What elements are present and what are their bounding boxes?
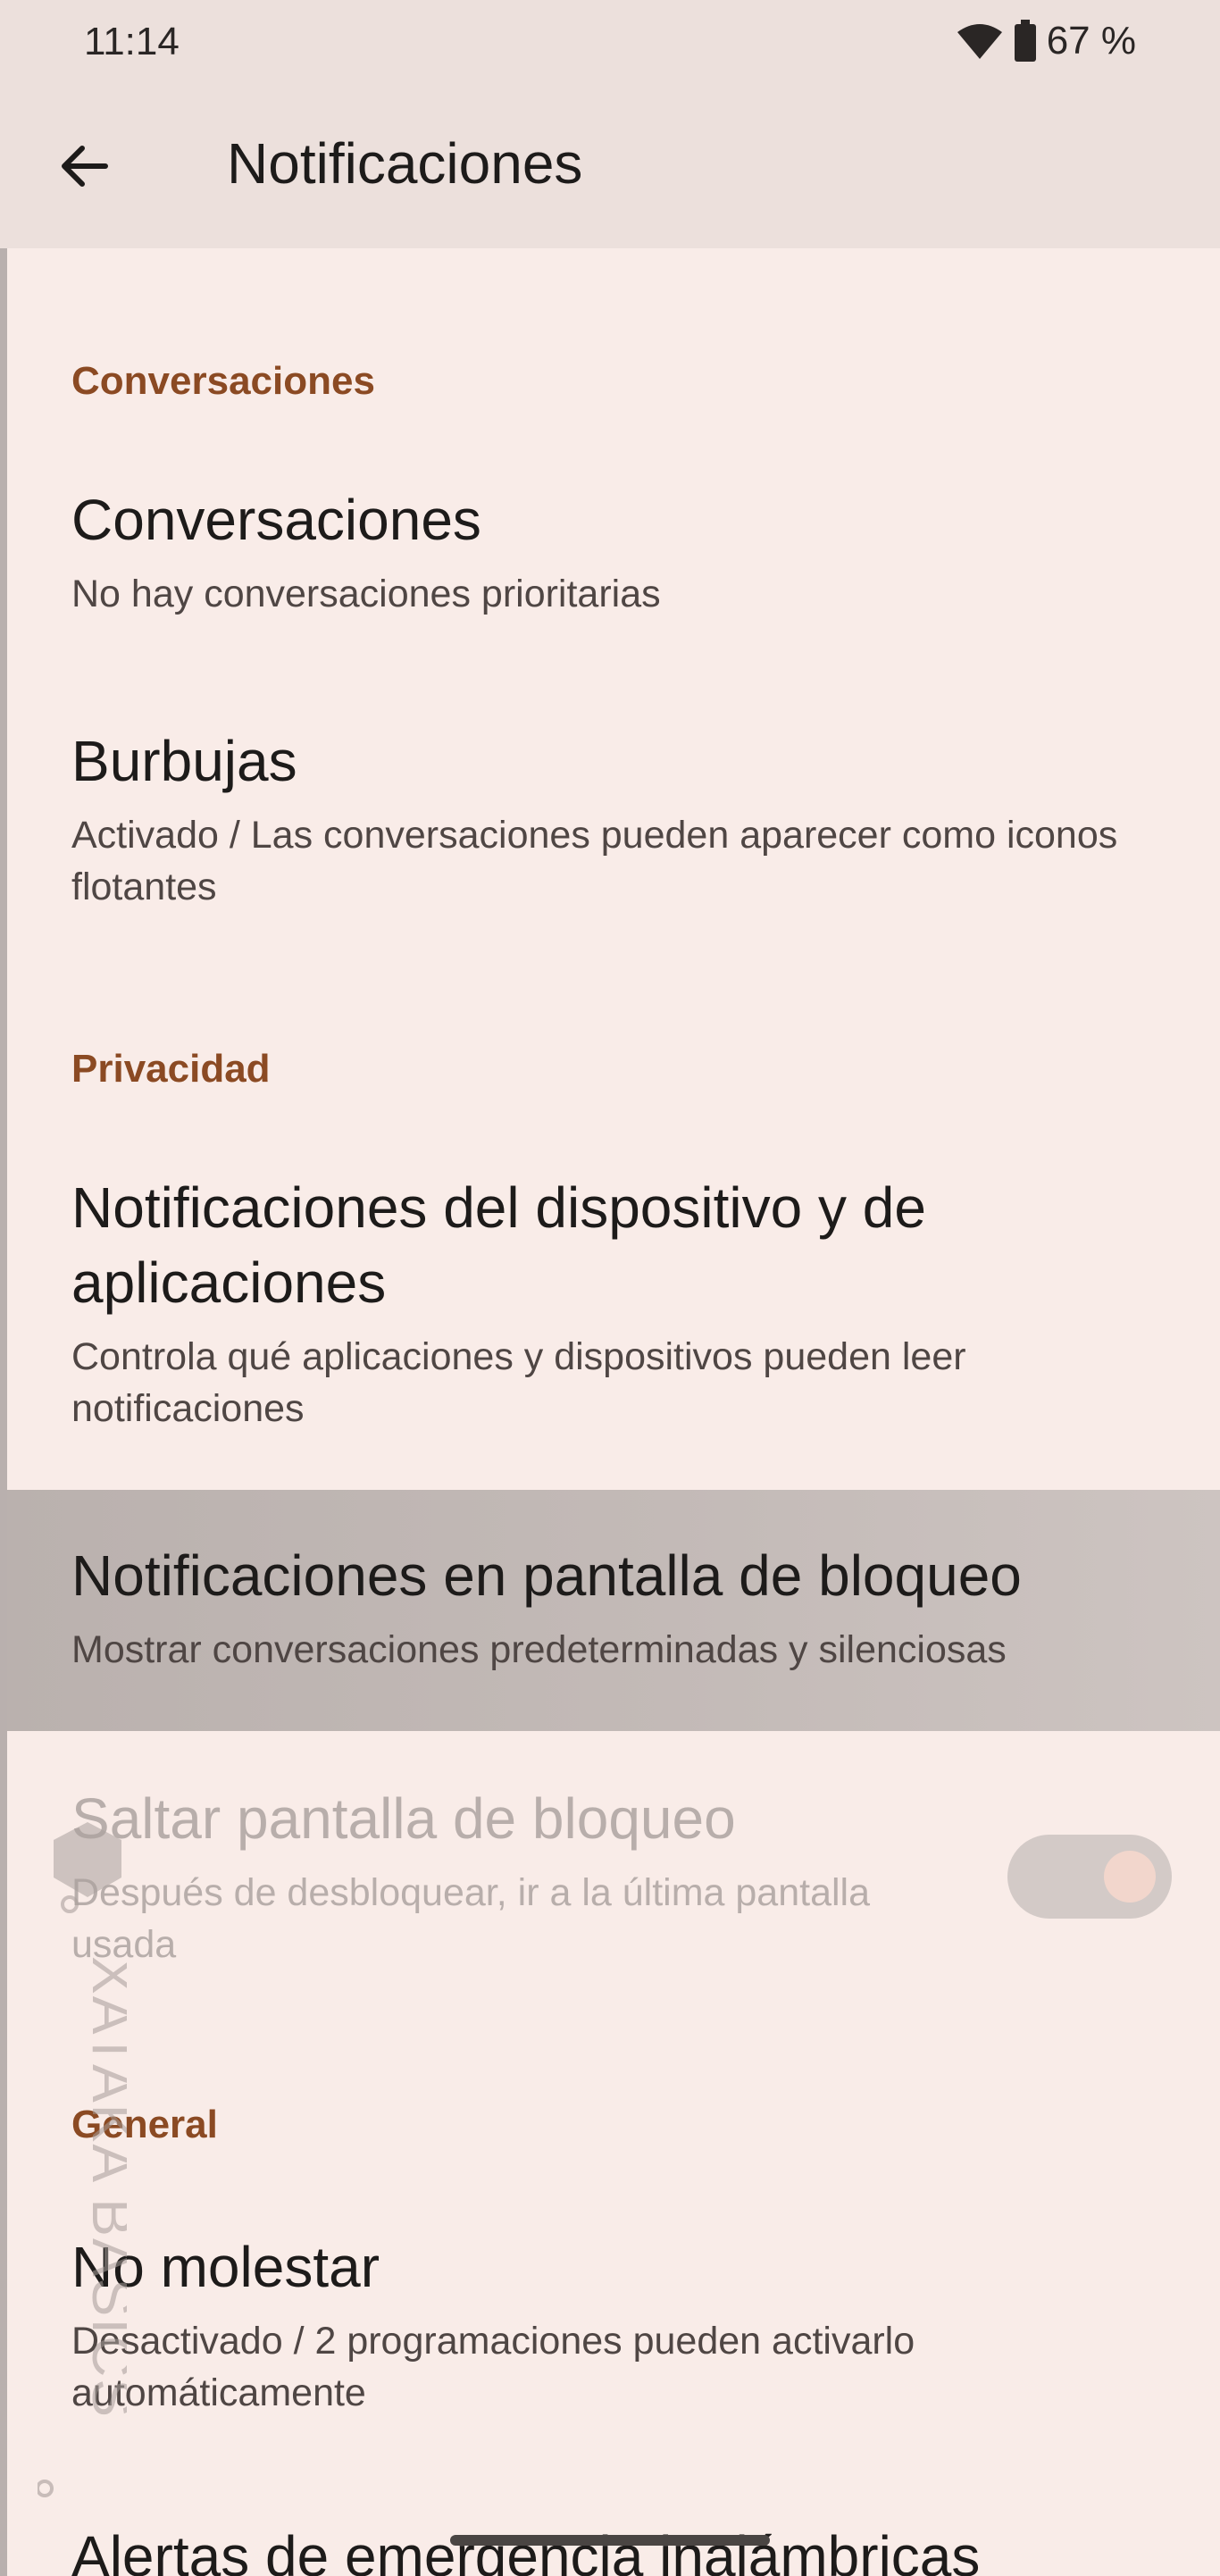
setting-subtitle: Controla qué aplicaciones y dispositivos… bbox=[71, 1335, 966, 1430]
toggle-knob bbox=[1104, 1851, 1156, 1903]
status-icons: 67 % bbox=[956, 18, 1136, 64]
gesture-nav-handle[interactable] bbox=[450, 2535, 770, 2546]
section-header-conversaciones: Conversaciones bbox=[71, 359, 375, 403]
setting-title: Notificaciones del dispositivo y de apli… bbox=[71, 1175, 926, 1315]
setting-conversaciones[interactable]: Conversaciones No hay conversaciones pri… bbox=[0, 482, 1220, 634]
setting-subtitle: Activado / Las conversaciones pueden apa… bbox=[71, 814, 1118, 908]
setting-title: Conversaciones bbox=[71, 488, 481, 552]
setting-subtitle: No hay conversaciones prioritarias bbox=[71, 573, 661, 615]
back-button[interactable] bbox=[48, 130, 120, 202]
setting-notificaciones-dispositivo[interactable]: Notificaciones del dispositivo y de apli… bbox=[0, 1170, 1220, 1438]
wifi-icon bbox=[957, 24, 1002, 59]
saltar-bloqueo-toggle[interactable] bbox=[1007, 1835, 1172, 1919]
setting-title: Alertas de emergencia inalámbricas bbox=[71, 2524, 981, 2576]
setting-subtitle: Mostrar conversaciones predeterminadas y… bbox=[71, 1628, 1007, 1671]
setting-subtitle: Después de desbloquear, ir a la última p… bbox=[71, 1871, 871, 1966]
arrow-back-icon bbox=[62, 146, 108, 187]
battery-percent: 67 % bbox=[1046, 19, 1136, 63]
xataka-basics-watermark: XATAKA BASICS bbox=[38, 1822, 127, 2497]
setting-alertas-emergencia[interactable]: Alertas de emergencia inalámbricas bbox=[0, 2519, 1220, 2576]
page-title: Notificaciones bbox=[227, 131, 583, 196]
setting-burbujas[interactable]: Burbujas Activado / Las conversaciones p… bbox=[0, 723, 1220, 920]
setting-title: Burbujas bbox=[71, 729, 297, 793]
app-bar: Notificaciones bbox=[0, 84, 1220, 248]
status-bar: 11:14 67 % bbox=[0, 0, 1220, 84]
setting-no-molestar[interactable]: No molestar Desactivado / 2 programacion… bbox=[0, 2229, 1220, 2426]
setting-title: Saltar pantalla de bloqueo bbox=[71, 1786, 736, 1851]
setting-title: Notificaciones en pantalla de bloqueo bbox=[71, 1543, 1022, 1608]
status-time: 11:14 bbox=[84, 20, 180, 63]
section-header-privacidad: Privacidad bbox=[71, 1047, 271, 1091]
setting-pantalla-bloqueo[interactable]: Notificaciones en pantalla de bloqueo Mo… bbox=[0, 1538, 1220, 1690]
battery-icon bbox=[1014, 20, 1036, 62]
watermark-text: XATAKA BASICS bbox=[80, 1956, 127, 2419]
setting-subtitle: Desactivado / 2 programaciones pueden ac… bbox=[71, 2320, 915, 2414]
setting-title: No molestar bbox=[71, 2235, 380, 2299]
